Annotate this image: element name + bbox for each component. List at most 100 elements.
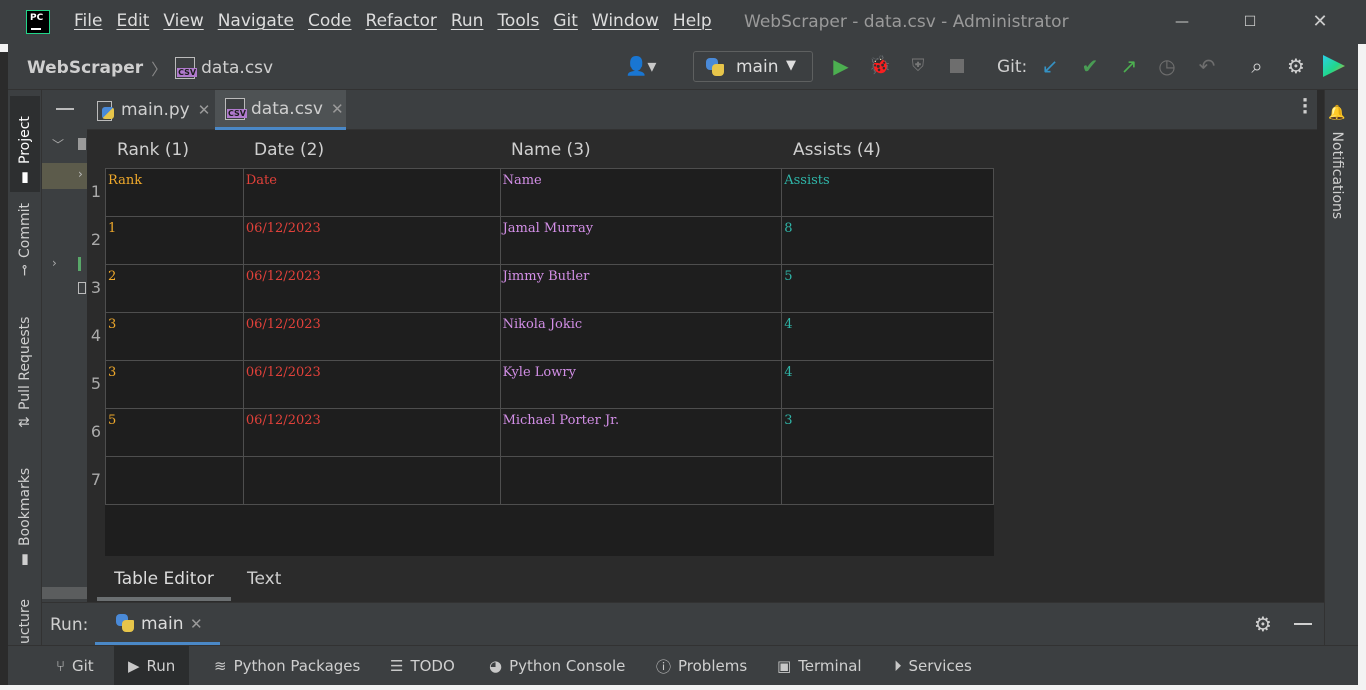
menu-refactor[interactable]: Refactor bbox=[366, 11, 437, 31]
table-cell[interactable] bbox=[242, 456, 501, 505]
git-rollback-icon[interactable]: ↶ bbox=[1195, 54, 1219, 78]
gear-icon[interactable]: ⚙ bbox=[1284, 54, 1308, 78]
maximize-window-button[interactable]: ☐ bbox=[1238, 10, 1262, 34]
table-cell[interactable]: Date bbox=[242, 168, 501, 217]
user-account-icon[interactable]: 👤▾ bbox=[625, 56, 656, 77]
minimize-window-button[interactable]: — bbox=[1170, 10, 1194, 34]
column-header[interactable]: Date (2) bbox=[242, 136, 499, 168]
more-options-icon[interactable]: · · · bbox=[1296, 92, 1314, 122]
hide-panel-button[interactable] bbox=[1294, 623, 1312, 625]
table-cell[interactable]: 06/12/2023 bbox=[242, 312, 501, 361]
menu-view[interactable]: View bbox=[163, 11, 203, 31]
row-number[interactable]: 1 bbox=[87, 168, 105, 216]
tool-tab-terminal[interactable]: ▣ Terminal bbox=[777, 646, 862, 686]
table-cell[interactable]: Michael Porter Jr. bbox=[499, 408, 783, 457]
menu-code[interactable]: Code bbox=[308, 11, 352, 31]
menu-edit[interactable]: Edit bbox=[116, 11, 149, 31]
menu-navigate[interactable]: Navigate bbox=[218, 11, 294, 31]
tool-tab-services[interactable]: ⏵ Services bbox=[894, 646, 972, 686]
breadcrumb-project[interactable]: WebScraper bbox=[27, 58, 143, 78]
tool-tab-problems[interactable]: ⓘ Problems bbox=[656, 646, 747, 686]
table-cell[interactable]: Name bbox=[499, 168, 783, 217]
close-tab-icon[interactable]: ✕ bbox=[198, 101, 211, 119]
close-tab-icon[interactable]: ✕ bbox=[331, 100, 344, 118]
column-header[interactable]: Name (3) bbox=[499, 136, 781, 168]
hide-panel-button[interactable] bbox=[56, 108, 74, 110]
debug-icon[interactable]: 🐞 bbox=[868, 54, 892, 78]
tool-tab-structure[interactable]: ucture bbox=[10, 598, 40, 644]
tab-text[interactable]: Text bbox=[247, 560, 281, 598]
table-cell[interactable]: 5 bbox=[781, 264, 994, 313]
column-header[interactable]: Rank (1) bbox=[105, 136, 242, 168]
row-number[interactable]: 7 bbox=[87, 456, 105, 504]
editor-tab-data-csv[interactable]: CSV data.csv ✕ bbox=[215, 90, 346, 130]
git-update-icon[interactable]: ↙ bbox=[1038, 54, 1062, 78]
row-number[interactable]: 5 bbox=[87, 360, 105, 408]
tool-tab-python-console[interactable]: ◕ Python Console bbox=[489, 646, 625, 686]
table-cell[interactable]: 2 bbox=[105, 264, 244, 313]
git-push-icon[interactable]: ↗ bbox=[1117, 54, 1141, 78]
close-window-button[interactable]: ✕ bbox=[1308, 10, 1332, 34]
table-cell[interactable] bbox=[499, 456, 783, 505]
table-cell[interactable]: Jimmy Butler bbox=[499, 264, 783, 313]
git-history-icon[interactable]: ◷ bbox=[1155, 54, 1179, 78]
stop-icon[interactable] bbox=[945, 54, 969, 78]
tab-table-editor[interactable]: Table Editor bbox=[97, 560, 231, 601]
tool-tab-git[interactable]: ⑂ Git bbox=[56, 646, 94, 686]
tool-tab-python-packages[interactable]: ≋ Python Packages bbox=[214, 646, 360, 686]
table-cell[interactable]: 3 bbox=[105, 312, 244, 361]
horizontal-scrollbar[interactable] bbox=[42, 587, 87, 599]
menu-tools[interactable]: Tools bbox=[497, 11, 539, 31]
row-number[interactable]: 2 bbox=[87, 216, 105, 264]
menu-run[interactable]: Run bbox=[451, 11, 484, 31]
row-number[interactable]: 6 bbox=[87, 408, 105, 456]
table-cell[interactable]: 3 bbox=[105, 360, 244, 409]
project-tree-selected-row[interactable]: › bbox=[42, 163, 87, 189]
column-header[interactable]: Assists (4) bbox=[781, 136, 993, 168]
run-icon[interactable]: ▶ bbox=[829, 54, 853, 78]
chevron-right-icon[interactable]: › bbox=[52, 256, 57, 270]
tool-tab-project[interactable]: ▮ Project bbox=[10, 96, 40, 192]
table-cell[interactable]: 06/12/2023 bbox=[242, 216, 501, 265]
tool-tab-bookmarks[interactable]: ▮ Bookmarks bbox=[10, 466, 40, 574]
row-number[interactable]: 4 bbox=[87, 312, 105, 360]
menu-help[interactable]: Help bbox=[673, 11, 712, 31]
table-cell[interactable]: Nikola Jokic bbox=[499, 312, 783, 361]
chevron-down-icon[interactable]: ﹀ bbox=[52, 136, 64, 153]
tool-tab-notifications[interactable]: 🔔 Notifications bbox=[1329, 104, 1345, 234]
row-number[interactable]: 3 bbox=[87, 264, 105, 312]
menu-git[interactable]: Git bbox=[553, 11, 578, 31]
gear-icon[interactable]: ⚙ bbox=[1254, 612, 1272, 636]
table-cell[interactable]: 3 bbox=[781, 408, 994, 457]
breadcrumb-file[interactable]: data.csv bbox=[201, 58, 273, 78]
tool-tab-pull-requests[interactable]: ⇅ Pull Requests bbox=[10, 314, 40, 434]
table-cell[interactable] bbox=[105, 456, 244, 505]
table-cell[interactable]: 4 bbox=[781, 312, 994, 361]
code-with-me-icon[interactable] bbox=[1323, 55, 1345, 77]
table-cell[interactable] bbox=[781, 456, 994, 505]
tool-tab-commit[interactable]: ⊸ Commit bbox=[10, 202, 40, 282]
close-tab-icon[interactable]: ✕ bbox=[190, 615, 203, 633]
run-configuration-select[interactable]: main ▼ bbox=[693, 51, 813, 82]
table-cell[interactable]: 4 bbox=[781, 360, 994, 409]
table-cell[interactable]: 06/12/2023 bbox=[242, 408, 501, 457]
table-cell[interactable]: 06/12/2023 bbox=[242, 264, 501, 313]
search-icon[interactable]: ⌕ bbox=[1245, 54, 1269, 78]
tool-tab-todo[interactable]: ☰ TODO bbox=[390, 646, 455, 686]
menu-file[interactable]: File bbox=[74, 11, 102, 31]
table-cell[interactable]: 06/12/2023 bbox=[242, 360, 501, 409]
pycharm-logo-icon[interactable]: PC bbox=[26, 10, 50, 34]
run-tab-main[interactable]: main ✕ bbox=[95, 603, 220, 645]
menu-window[interactable]: Window bbox=[592, 11, 659, 31]
table-cell[interactable]: Kyle Lowry bbox=[499, 360, 783, 409]
file-icon[interactable] bbox=[78, 282, 86, 294]
git-commit-icon[interactable]: ✔ bbox=[1078, 54, 1102, 78]
table-cell[interactable]: Assists bbox=[781, 168, 994, 217]
tool-tab-run[interactable]: ▶ Run bbox=[114, 646, 190, 686]
editor-tab-main-py[interactable]: main.py ✕ bbox=[87, 90, 215, 130]
coverage-icon[interactable]: ⛨ bbox=[906, 54, 930, 78]
table-cell[interactable]: 1 bbox=[105, 216, 244, 265]
table-cell[interactable]: Jamal Murray bbox=[499, 216, 783, 265]
table-cell[interactable]: Rank bbox=[105, 168, 244, 217]
table-cell[interactable]: 8 bbox=[781, 216, 994, 265]
